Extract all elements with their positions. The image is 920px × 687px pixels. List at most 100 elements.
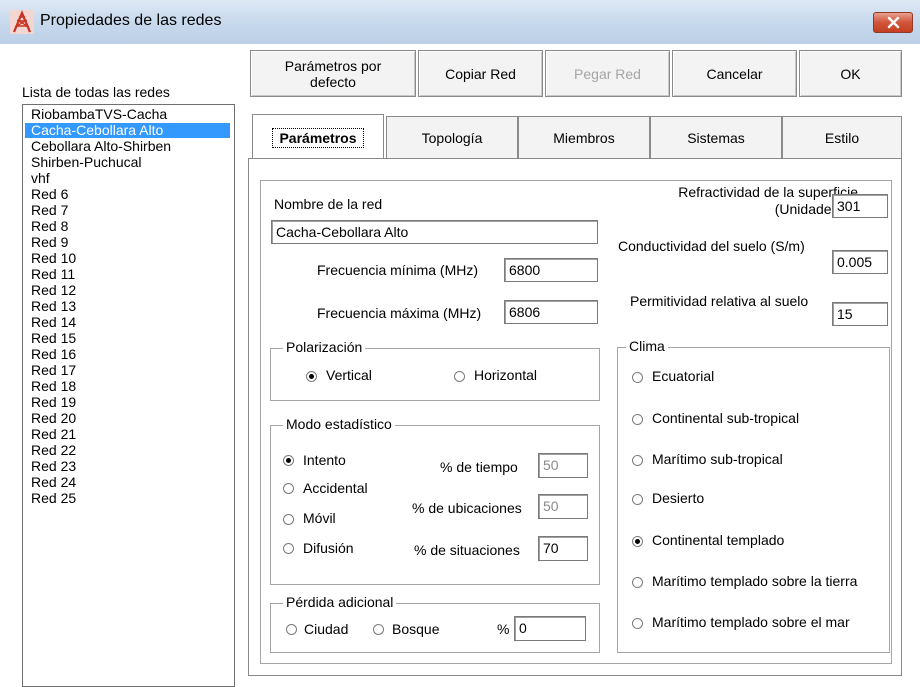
max-frequency-label: Frecuencia máxima (MHz) <box>317 305 482 321</box>
movil-label: Móvil <box>303 510 336 526</box>
difusion-radio[interactable] <box>283 543 294 554</box>
loss-percent-field[interactable]: 0 <box>514 616 586 641</box>
tab-sistemas[interactable]: Sistemas <box>650 116 782 158</box>
polarization-legend: Polarización <box>283 339 366 355</box>
conductivity-label: Conductividad del suelo (S/m) <box>618 238 805 254</box>
min-frequency-field[interactable]: 6800 <box>504 258 598 282</box>
intento-label: Intento <box>303 452 346 468</box>
network-list-item[interactable]: Red 25 <box>25 491 230 506</box>
network-list-item[interactable]: vhf <box>25 171 230 186</box>
network-list-item[interactable]: Red 21 <box>25 427 230 442</box>
network-list-item[interactable]: RiobambaTVS-Cacha <box>25 107 230 122</box>
climate-legend: Clima <box>626 338 668 354</box>
horizontal-label: Horizontal <box>474 367 538 383</box>
default-params-label-1: Parámetros por <box>284 57 382 74</box>
climate-option-label: Continental templado <box>652 532 785 548</box>
accidental-radio[interactable] <box>283 483 294 494</box>
cancel-button[interactable]: Cancelar <box>672 50 797 97</box>
time-percent-label: % de tiempo <box>440 459 518 475</box>
climate-radio[interactable] <box>632 455 643 466</box>
climate-radio[interactable] <box>632 577 643 588</box>
network-list-item[interactable]: Red 20 <box>25 411 230 426</box>
window-title: Propiedades de las redes <box>40 12 222 29</box>
close-button[interactable] <box>873 12 913 33</box>
statistical-mode-legend: Modo estadístico <box>283 416 395 432</box>
polarization-group <box>270 348 600 401</box>
ciudad-label: Ciudad <box>304 621 349 637</box>
network-name-label: Nombre de la red <box>274 196 383 212</box>
movil-radio[interactable] <box>283 514 294 525</box>
situations-percent-field[interactable]: 70 <box>538 536 588 561</box>
copy-network-button[interactable]: Copiar Red <box>418 50 543 97</box>
network-name-field[interactable]: Cacha-Cebollara Alto <box>271 220 598 244</box>
loss-percent-label: % <box>497 621 510 637</box>
climate-radio[interactable] <box>632 494 643 505</box>
default-params-label-2: defecto <box>310 73 356 90</box>
paste-network-button[interactable]: Pegar Red <box>545 50 670 97</box>
dialog-window: Propiedades de las redes Lista de todas … <box>0 0 920 687</box>
network-list-item[interactable]: Red 10 <box>25 251 230 266</box>
close-icon <box>887 16 900 29</box>
network-list-item[interactable]: Red 16 <box>25 347 230 362</box>
climate-option-label: Marítimo templado sobre la tierra <box>652 573 858 589</box>
climate-option-label: Continental sub-tropical <box>652 410 800 426</box>
network-list-item[interactable]: Red 8 <box>25 219 230 234</box>
tab-miembros[interactable]: Miembros <box>518 116 650 158</box>
network-list-item[interactable]: Cacha-Cebollara Alto <box>25 123 230 138</box>
network-list-item[interactable]: Red 24 <box>25 475 230 490</box>
title-bar[interactable]: Propiedades de las redes <box>0 0 920 45</box>
network-list-item[interactable]: Red 22 <box>25 443 230 458</box>
intento-radio[interactable] <box>283 455 294 466</box>
horizontal-radio[interactable] <box>454 371 465 382</box>
bosque-radio[interactable] <box>373 624 384 635</box>
network-list-item[interactable]: Red 19 <box>25 395 230 410</box>
climate-radio[interactable] <box>632 618 643 629</box>
tab-estilo[interactable]: Estilo <box>782 116 902 158</box>
time-percent-field[interactable]: 50 <box>538 453 588 478</box>
climate-option-label: Ecuatorial <box>652 368 715 384</box>
network-list-item[interactable]: Red 7 <box>25 203 230 218</box>
refractivity-field[interactable]: 301 <box>832 194 888 218</box>
climate-option-label: Marítimo sub-tropical <box>652 451 783 467</box>
climate-radio[interactable] <box>632 372 643 383</box>
network-list-item[interactable]: Shirben-Puchucal <box>25 155 230 170</box>
max-frequency-field[interactable]: 6806 <box>504 300 598 324</box>
network-list-item[interactable]: Red 17 <box>25 363 230 378</box>
network-list-label: Lista de todas las redes <box>22 84 170 100</box>
vertical-label: Vertical <box>326 367 372 383</box>
network-list-item[interactable]: Red 13 <box>25 299 230 314</box>
location-percent-label: % de ubicaciones <box>412 500 522 516</box>
network-list-item[interactable]: Red 15 <box>25 331 230 346</box>
ok-button[interactable]: OK <box>799 50 902 97</box>
network-list-item[interactable]: Red 23 <box>25 459 230 474</box>
conductivity-field[interactable]: 0.005 <box>832 250 888 274</box>
network-tower-icon <box>10 10 34 34</box>
network-listbox[interactable]: RiobambaTVS-Cacha Cacha-Cebollara Alto Ceb… <box>22 104 235 687</box>
network-list-item[interactable]: Red 6 <box>25 187 230 202</box>
default-params-button[interactable]: Parámetros por defecto <box>250 50 416 97</box>
climate-option-label: Desierto <box>652 490 705 506</box>
vertical-radio[interactable] <box>306 371 317 382</box>
ciudad-radio[interactable] <box>286 624 297 635</box>
refractivity-label-2: (Unidades-N) <box>774 201 858 217</box>
refractivity-label-1: Refractividad de la superficie <box>678 184 858 200</box>
climate-option-label: Marítimo templado sobre el mar <box>652 614 850 630</box>
refractivity-label: Refractividad de la superficie (Unidades… <box>622 184 858 218</box>
accidental-label: Accidental <box>303 480 368 496</box>
additional-loss-legend: Pérdida adicional <box>283 594 397 610</box>
tab-parametros-label: Parámetros <box>272 127 364 148</box>
network-list-item[interactable]: Red 12 <box>25 283 230 298</box>
situations-percent-label: % de situaciones <box>414 542 520 558</box>
network-list-item[interactable]: Red 14 <box>25 315 230 330</box>
bosque-label: Bosque <box>392 621 440 637</box>
network-list-item[interactable]: Red 9 <box>25 235 230 250</box>
tab-topologia[interactable]: Topología <box>386 116 518 158</box>
network-list-item[interactable]: Cebollara Alto-Shirben <box>25 139 230 154</box>
network-list-item[interactable]: Red 11 <box>25 267 230 282</box>
network-list-item[interactable]: Red 18 <box>25 379 230 394</box>
tab-parametros[interactable]: Parámetros <box>252 114 384 160</box>
location-percent-field[interactable]: 50 <box>538 494 588 519</box>
permittivity-field[interactable]: 15 <box>832 302 888 326</box>
climate-radio[interactable] <box>632 414 643 425</box>
climate-radio[interactable] <box>632 536 643 547</box>
